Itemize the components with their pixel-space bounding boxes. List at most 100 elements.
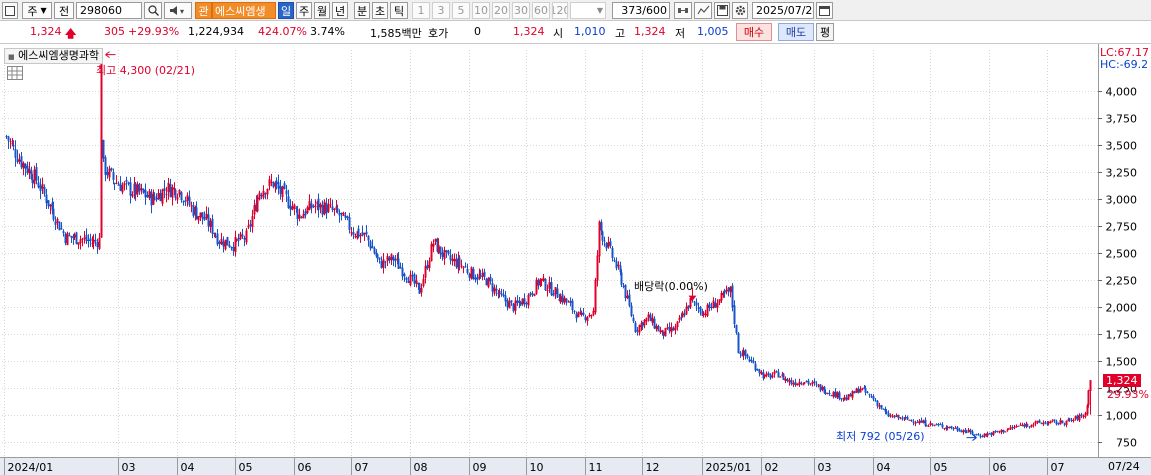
candle-body bbox=[125, 180, 128, 182]
candle-body bbox=[184, 200, 187, 202]
x-tick-label: 06 bbox=[993, 461, 1007, 474]
candle-body bbox=[704, 314, 707, 316]
interval-10[interactable]: 10 bbox=[472, 2, 490, 19]
period-minute-tab[interactable]: 분 bbox=[354, 2, 370, 19]
candle-body bbox=[346, 216, 349, 218]
candle-body bbox=[979, 435, 982, 437]
candle-body bbox=[226, 236, 229, 246]
candle-body bbox=[464, 266, 467, 268]
chart-type-select[interactable]: 주 ▼ bbox=[22, 2, 52, 19]
date-input[interactable]: 2025/07/24 bbox=[752, 2, 814, 19]
stock-title-box[interactable]: ■ 에스씨엠생명과학 bbox=[4, 48, 104, 64]
grid-toggle-icon[interactable] bbox=[7, 66, 23, 80]
candle-body bbox=[506, 300, 509, 308]
x-tick-label: 11 bbox=[589, 461, 603, 474]
price-chart[interactable]: 7501,0001,2501,5001,7502,0002,2502,5002,… bbox=[0, 44, 1151, 475]
candle-body bbox=[481, 273, 484, 277]
interval-120[interactable]: 120 bbox=[552, 2, 568, 19]
candle-body bbox=[609, 241, 612, 246]
candle-body bbox=[965, 431, 968, 433]
period-day-tab[interactable]: 일 bbox=[278, 2, 294, 19]
period-tick-tab[interactable]: 틱 bbox=[390, 2, 408, 19]
interval-custom-select[interactable]: ▼ bbox=[570, 2, 606, 19]
candle-body bbox=[300, 216, 303, 218]
candle-body bbox=[500, 293, 503, 295]
save-icon[interactable] bbox=[714, 2, 730, 19]
candle-body bbox=[1061, 420, 1064, 423]
search-icon-glyph bbox=[147, 5, 159, 16]
candle-body bbox=[37, 182, 40, 188]
candle-body bbox=[31, 179, 34, 183]
candle-body bbox=[304, 211, 307, 216]
candle-body bbox=[58, 221, 61, 231]
candle-body bbox=[720, 293, 723, 301]
candle-body bbox=[899, 417, 902, 419]
candle-body bbox=[554, 287, 557, 295]
interval-3[interactable]: 3 bbox=[432, 2, 450, 19]
candle-body bbox=[1070, 419, 1073, 421]
candle-body bbox=[975, 434, 978, 436]
candle-body bbox=[1089, 380, 1092, 391]
candle-body bbox=[626, 295, 629, 299]
candle-body bbox=[447, 250, 450, 254]
candle-body bbox=[18, 159, 21, 162]
candle-body bbox=[369, 241, 372, 249]
candle-body bbox=[809, 383, 812, 385]
turnover-rate: 3.74% bbox=[310, 25, 345, 38]
candle-body bbox=[866, 391, 869, 393]
candle-body bbox=[750, 359, 753, 362]
candle-body bbox=[239, 233, 242, 239]
x-tick-label: 09 bbox=[473, 461, 487, 474]
count-input[interactable]: 373/600 bbox=[612, 2, 670, 19]
speaker-icon[interactable]: ▾ bbox=[164, 2, 192, 19]
search-icon[interactable] bbox=[144, 2, 162, 19]
candle-body bbox=[931, 423, 934, 425]
candle-body bbox=[165, 193, 168, 195]
candle-body bbox=[129, 182, 132, 196]
sell-button[interactable]: 매도 bbox=[778, 23, 814, 41]
avg-button[interactable]: 평 bbox=[816, 23, 834, 41]
candle-body bbox=[548, 282, 551, 289]
candle-body bbox=[710, 306, 713, 308]
candle-body bbox=[409, 274, 412, 286]
period-week-tab[interactable]: 주 bbox=[296, 2, 312, 19]
candle-body bbox=[641, 322, 644, 327]
candle-body bbox=[70, 235, 73, 238]
window-icon[interactable] bbox=[2, 2, 18, 19]
stock-name-label: 에스씨엠생 bbox=[212, 2, 276, 19]
candle-body bbox=[371, 246, 374, 249]
candle-body bbox=[426, 264, 429, 269]
calendar-icon[interactable] bbox=[816, 2, 833, 19]
chart-tool-icon[interactable] bbox=[694, 2, 712, 19]
interval-1[interactable]: 1 bbox=[412, 2, 430, 19]
period-month-tab[interactable]: 월 bbox=[314, 2, 330, 19]
y-tick-label: 2,250 bbox=[1106, 275, 1138, 288]
candle-body bbox=[361, 232, 364, 236]
interval-20[interactable]: 20 bbox=[492, 2, 510, 19]
interval-60[interactable]: 60 bbox=[532, 2, 550, 19]
candle-body bbox=[590, 315, 593, 317]
candle-body bbox=[685, 306, 688, 315]
candle-body bbox=[319, 203, 322, 208]
interval-30[interactable]: 30 bbox=[512, 2, 530, 19]
zoom-icon[interactable] bbox=[674, 2, 692, 19]
candle-body bbox=[542, 277, 545, 281]
hoga-value: 0 bbox=[474, 25, 481, 38]
candle-body bbox=[798, 381, 801, 385]
candle-body bbox=[636, 330, 639, 332]
prev-button[interactable]: 전 bbox=[54, 2, 74, 19]
candle-body bbox=[1034, 421, 1037, 424]
candle-body bbox=[598, 221, 601, 257]
candle-body bbox=[807, 380, 810, 384]
period-second-tab[interactable]: 초 bbox=[372, 2, 388, 19]
candle-body bbox=[397, 258, 400, 269]
interval-5[interactable]: 5 bbox=[452, 2, 470, 19]
gear-icon[interactable] bbox=[732, 2, 748, 19]
candle-body bbox=[748, 359, 751, 362]
candle-body bbox=[399, 266, 402, 269]
buy-button[interactable]: 매수 bbox=[736, 23, 772, 41]
stock-code-input[interactable]: 298060 bbox=[76, 2, 142, 19]
candle-body bbox=[115, 182, 118, 184]
period-year-tab[interactable]: 년 bbox=[332, 2, 348, 19]
candle-body bbox=[92, 239, 95, 244]
